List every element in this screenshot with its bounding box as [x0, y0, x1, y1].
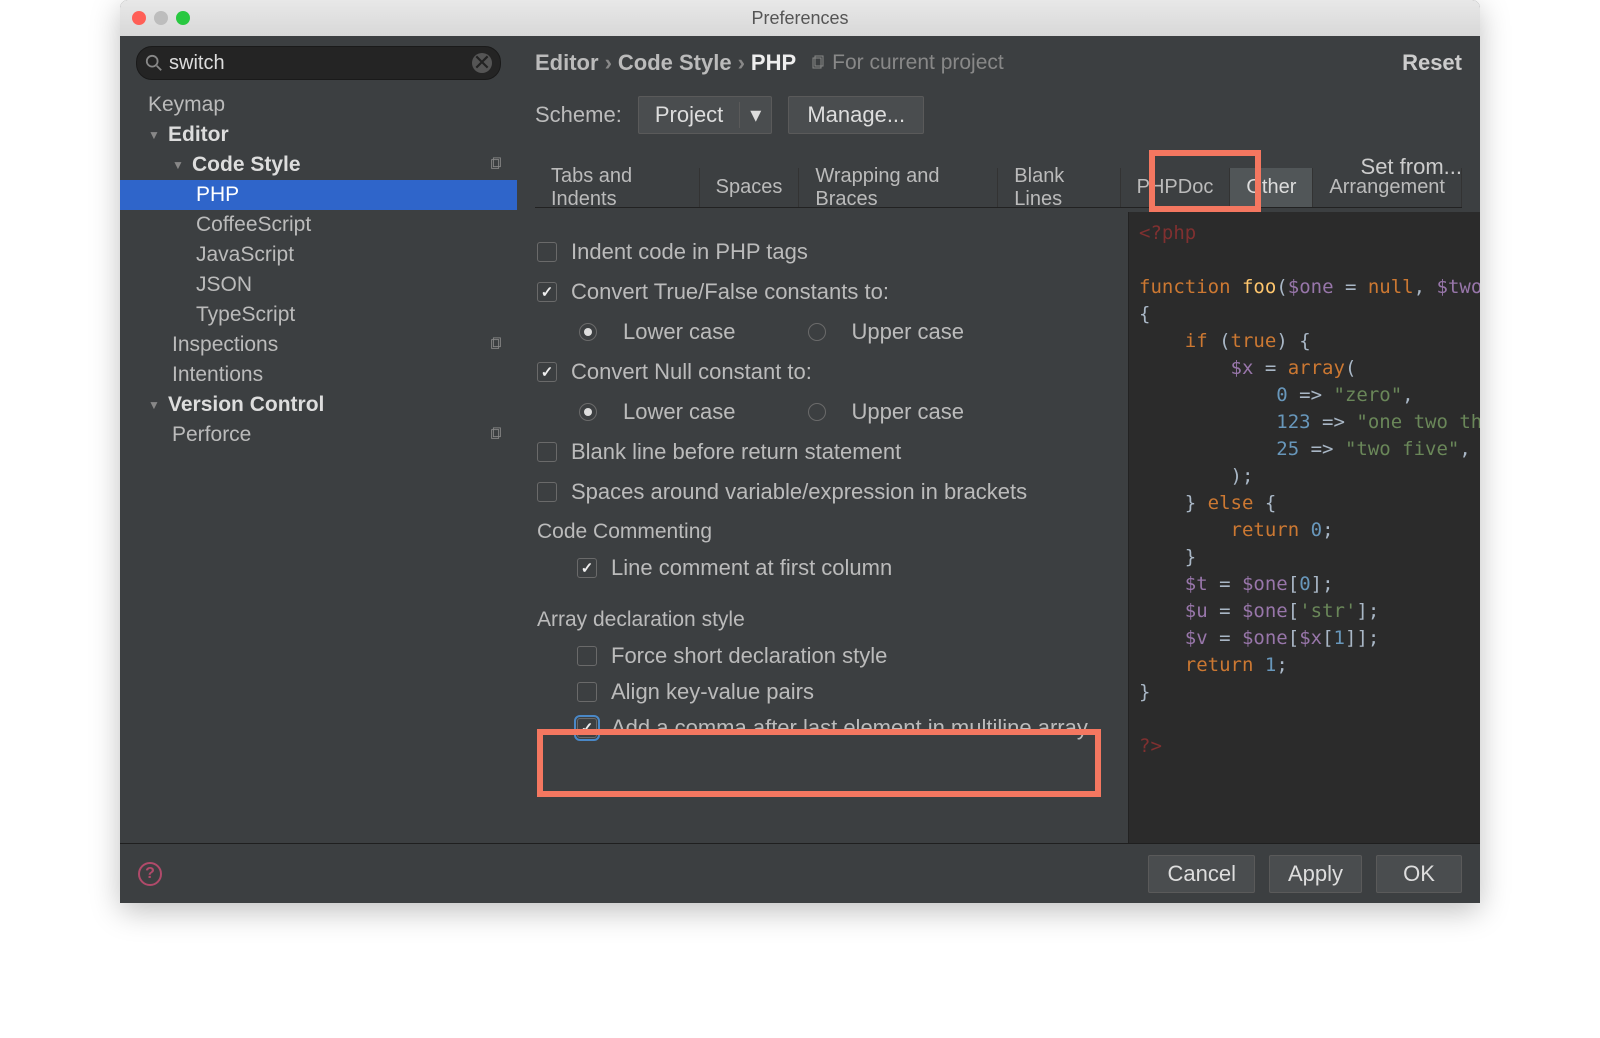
chevron-down-icon: ▼ [148, 128, 162, 142]
tree-item-label: Code Style [192, 153, 301, 177]
tree-item[interactable]: Intentions [120, 360, 517, 390]
option-label: Add a comma after last element in multil… [611, 715, 1088, 741]
apply-button[interactable]: Apply [1269, 855, 1362, 893]
tree-item-label: Editor [168, 123, 229, 147]
radio-label: Lower case [623, 399, 736, 425]
chevron-down-icon: ▾ [739, 102, 771, 128]
radio-null-upper[interactable] [808, 403, 826, 421]
tree-item-label: Intentions [172, 363, 263, 387]
tab-arrangement[interactable]: Arrangement [1313, 168, 1462, 207]
tab-other[interactable]: Other [1230, 168, 1313, 207]
tree-item[interactable]: JSON [120, 270, 517, 300]
checkbox-force-short[interactable] [577, 646, 597, 666]
main-panel: Editor › Code Style › PHP For current pr… [517, 36, 1480, 843]
clear-search-button[interactable]: ✕ [472, 53, 492, 73]
tree-item-label: JavaScript [196, 243, 294, 267]
checkbox-blank-return[interactable] [537, 442, 557, 462]
radio-null-lower[interactable] [579, 403, 597, 421]
search-input[interactable] [163, 52, 472, 75]
radio-tf-lower[interactable] [579, 323, 597, 341]
checkbox-spaces-brackets[interactable] [537, 482, 557, 502]
tree-item-label: Version Control [168, 393, 324, 417]
scheme-value: Project [639, 102, 739, 128]
reset-button[interactable]: Reset [1402, 50, 1462, 76]
copy-icon [489, 333, 503, 357]
option-label: Convert Null constant to: [571, 359, 812, 385]
section-code-commenting: Code Commenting [529, 520, 1116, 544]
radio-label: Upper case [852, 399, 965, 425]
option-label: Line comment at first column [611, 555, 892, 581]
chevron-down-icon: ▼ [148, 398, 162, 412]
checkbox-convert-null[interactable] [537, 362, 557, 382]
tab-spaces[interactable]: Spaces [700, 168, 800, 207]
tab-phpdoc[interactable]: PHPDoc [1121, 168, 1231, 207]
chevron-down-icon: ▼ [172, 158, 186, 172]
tree-item[interactable]: TypeScript [120, 300, 517, 330]
checkbox-convert-tf[interactable] [537, 282, 557, 302]
tree-item-label: Perforce [172, 423, 251, 447]
tree-item[interactable]: JavaScript [120, 240, 517, 270]
tree-item[interactable]: Keymap [120, 90, 517, 120]
tab-blank-lines[interactable]: Blank Lines [998, 168, 1120, 207]
code-preview: <?php function foo($one = null, $two = {… [1128, 212, 1480, 843]
radio-label: Upper case [852, 319, 965, 345]
scheme-label: Scheme: [535, 102, 622, 128]
preferences-sidebar: ✕ Keymap ▼ Editor ▼ Code Style PHP CoffeeScrip… [120, 36, 517, 843]
option-label: Blank line before return statement [571, 439, 901, 465]
option-label: Spaces around variable/expression in bra… [571, 479, 1027, 505]
tab-tabs-and-indents[interactable]: Tabs and Indents [535, 168, 700, 207]
checkbox-indent-php[interactable] [537, 242, 557, 262]
breadcrumb-separator: › [738, 50, 745, 76]
help-icon[interactable]: ? [138, 862, 162, 886]
breadcrumb-part[interactable]: Code Style [618, 50, 732, 76]
checkbox-trailing-comma[interactable] [577, 718, 597, 738]
scheme-combo[interactable]: Project ▾ [638, 96, 772, 134]
options-pane: Indent code in PHP tags Convert True/Fal… [517, 212, 1128, 843]
tree-item-label: JSON [196, 273, 252, 297]
copy-icon [810, 55, 826, 71]
code-style-tabs: Tabs and IndentsSpacesWrapping and Brace… [535, 168, 1462, 208]
dialog-footer: ? Cancel Apply OK [120, 843, 1480, 903]
manage-button[interactable]: Manage... [788, 96, 924, 134]
tree-item[interactable]: PHP [120, 180, 517, 210]
tab-wrapping-and-braces[interactable]: Wrapping and Braces [799, 168, 998, 207]
option-label: Force short declaration style [611, 643, 887, 669]
option-label: Convert True/False constants to: [571, 279, 889, 305]
tree-item[interactable]: Inspections [120, 330, 517, 360]
search-icon [145, 54, 163, 72]
search-input-wrapper[interactable]: ✕ [136, 46, 501, 80]
tree-item-label: Inspections [172, 333, 278, 357]
window-title: Preferences [120, 8, 1480, 29]
option-label: Align key-value pairs [611, 679, 814, 705]
titlebar: Preferences [120, 0, 1480, 36]
section-array-style: Array declaration style [529, 608, 1116, 632]
tree-item-label: Keymap [148, 93, 225, 117]
radio-label: Lower case [623, 319, 736, 345]
tree-item-label: TypeScript [196, 303, 295, 327]
option-label: Indent code in PHP tags [571, 239, 808, 265]
tree-item[interactable]: Perforce [120, 420, 517, 450]
copy-icon [489, 153, 503, 177]
tree-item-label: PHP [196, 183, 239, 207]
tree-item[interactable]: ▼ Version Control [120, 390, 517, 420]
tree-item-label: CoffeeScript [196, 213, 311, 237]
breadcrumb-current: PHP [751, 50, 796, 76]
checkbox-line-comment[interactable] [577, 558, 597, 578]
breadcrumb-separator: › [605, 50, 612, 76]
checkbox-align-kv[interactable] [577, 682, 597, 702]
copy-icon [489, 423, 503, 447]
breadcrumb-part[interactable]: Editor [535, 50, 599, 76]
tree-item[interactable]: ▼ Code Style [120, 150, 517, 180]
radio-tf-upper[interactable] [808, 323, 826, 341]
cancel-button[interactable]: Cancel [1148, 855, 1254, 893]
settings-tree: Keymap ▼ Editor ▼ Code Style PHP CoffeeScript J… [120, 90, 517, 450]
tree-item[interactable]: CoffeeScript [120, 210, 517, 240]
project-scope-label: For current project [810, 51, 1004, 75]
ok-button[interactable]: OK [1376, 855, 1462, 893]
tree-item[interactable]: ▼ Editor [120, 120, 517, 150]
